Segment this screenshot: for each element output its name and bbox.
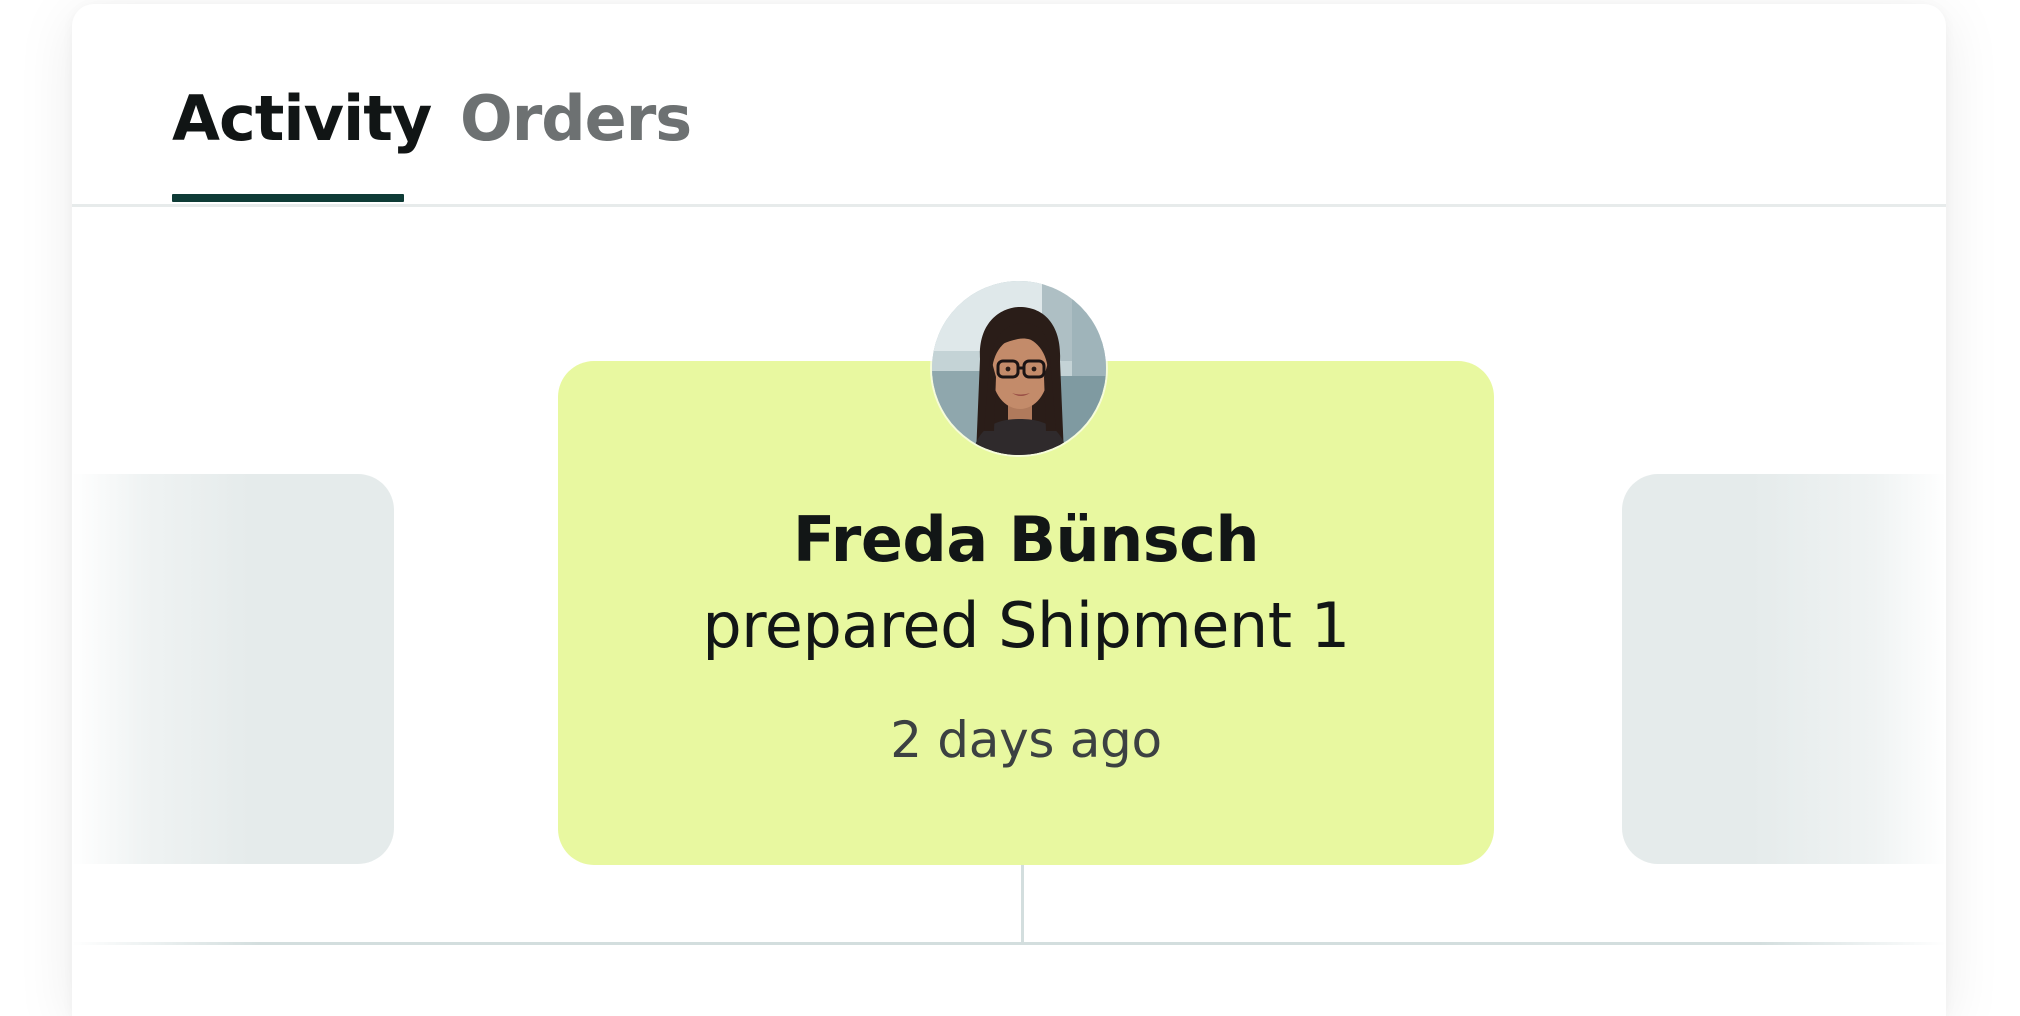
next-activity-card[interactable]: [1622, 474, 1946, 864]
activity-description: prepared Shipment 1: [702, 589, 1350, 662]
avatar: [932, 281, 1106, 455]
activity-user-name: Freda Bünsch: [792, 503, 1260, 576]
activity-timestamp: 2 days ago: [890, 711, 1162, 769]
timeline-line: [72, 942, 1946, 945]
tab-orders[interactable]: Orders: [460, 88, 692, 150]
previous-activity-card[interactable]: [72, 474, 394, 864]
timeline-connector: [1021, 865, 1024, 945]
tab-activity[interactable]: Activity: [172, 88, 432, 150]
avatar-photo-icon: [932, 281, 1106, 455]
active-tab-indicator: [172, 194, 404, 202]
activity-carousel: Freda Bünsch prepared Shipment 1 2 days …: [72, 207, 1946, 1016]
activity-panel: Activity Orders Freda Bünsch prepared Sh…: [72, 4, 1946, 1016]
tab-bar: Activity Orders: [72, 4, 1946, 207]
